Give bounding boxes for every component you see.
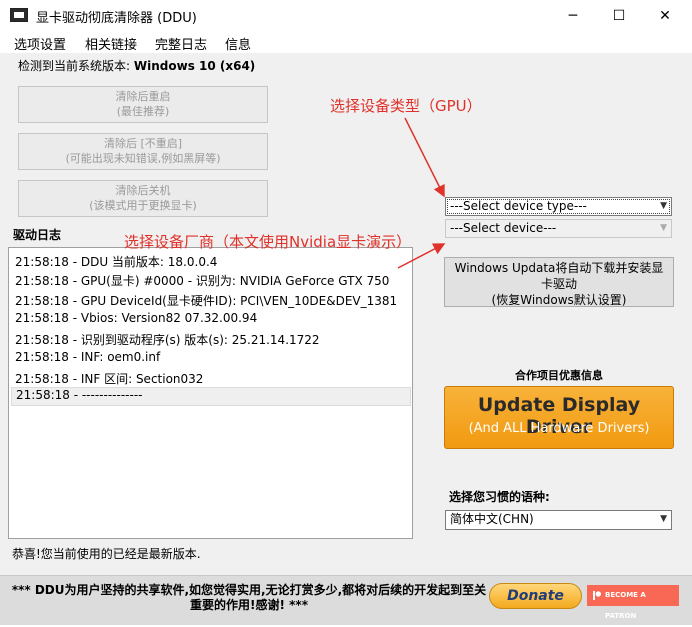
menu-bar: 选项设置 相关链接 完整日志 信息 [0,31,692,53]
clean-restart-label: 清除后重启 [19,89,267,104]
chevron-down-icon: ▼ [660,198,667,215]
maximize-button[interactable]: ☐ [596,0,642,31]
close-button[interactable]: ✕ [642,0,688,31]
footer-message: *** DDU为用户坚持的共享软件,如您觉得实用,无论打赏多少,都将对后续的开发… [10,583,488,613]
clean-shutdown-label: 清除后关机 [19,183,267,198]
partner-label: 合作项目优惠信息 [444,367,674,383]
footer-line1: *** DDU为用户坚持的共享软件,如您觉得实用,无论打赏多少,都将对后续的开发… [10,583,488,598]
minimize-button[interactable]: ─ [550,0,596,31]
windows-update-line1: Windows Updata将自动下载并安装显 [445,260,673,276]
annotation-device-type: 选择设备类型（GPU） [330,95,482,116]
become-patron-label: BECOME A PATRON [605,591,646,620]
clean-no-restart-label: 清除后 [不重启] [19,136,267,151]
annotation-vendor: 选择设备厂商（本文使用Nvidia显卡演示） [124,231,411,252]
log-line: 21:58:18 - Vbios: Version82 07.32.00.94 [15,311,257,325]
clean-no-restart-note: (可能出现未知错误,例如黑屏等) [19,151,267,166]
language-value: 简体中文(CHN) [450,512,534,526]
status-message: 恭喜!您当前使用的已经是最新版本. [12,545,201,562]
footer-line2: 重要的作用!感谢! *** [10,598,488,613]
windows-update-line3: (恢复Windows默认设置) [445,292,673,308]
menu-options[interactable]: 选项设置 [14,34,66,53]
title-bar: 显卡驱动彻底清除器 (DDU) ─ ☐ ✕ [0,0,692,31]
donate-button[interactable]: Donate [489,583,582,609]
device-value: ---Select device--- [450,221,556,235]
log-list[interactable]: 21:58:18 - DDU 当前版本: 18.0.0.4 21:58:18 -… [8,247,413,539]
language-label: 选择您习惯的语种: [449,488,550,505]
window-title: 显卡驱动彻底清除器 (DDU) [36,7,197,26]
log-line: 21:58:18 - GPU DeviceId(显卡硬件ID): PCI\VEN… [15,292,397,309]
log-line: 21:58:18 - DDU 当前版本: 18.0.0.4 [15,253,217,270]
update-driver-subtitle: (And ALL Hardware Drivers) [445,421,673,436]
log-line: 21:58:18 - 识别到驱动程序(s) 版本(s): 25.21.14.17… [15,331,320,348]
update-display-driver-button[interactable]: Update Display Driver (And ALL Hardware … [444,386,674,449]
log-label: 驱动日志 [13,226,61,243]
windows-update-line2: 卡驱动 [445,276,673,292]
clean-shutdown-button[interactable]: 清除后关机 (该模式用于更换显卡) [18,180,268,217]
clean-restart-button[interactable]: 清除后重启 (最佳推荐) [18,86,268,123]
app-icon [10,8,28,22]
clean-no-restart-button[interactable]: 清除后 [不重启] (可能出现未知错误,例如黑屏等) [18,133,268,170]
device-type-select[interactable]: ---Select device type--- ▼ [445,197,672,216]
log-line: 21:58:18 - GPU(显卡) #0000 - 识别为: NVIDIA G… [15,272,389,289]
log-line: 21:58:18 - INF: oem0.inf [15,350,160,364]
windows-update-button[interactable]: Windows Updata将自动下载并安装显 卡驱动 (恢复Windows默认… [444,257,674,307]
menu-full-log[interactable]: 完整日志 [155,34,207,53]
log-line: 21:58:18 - INF 区间: Section032 [15,370,203,387]
footer: *** DDU为用户坚持的共享软件,如您觉得实用,无论打赏多少,都将对后续的开发… [0,575,692,625]
log-line-selected: 21:58:18 - -------------- [11,387,411,406]
chevron-down-icon: ▼ [660,511,667,528]
device-type-value: ---Select device type--- [450,199,587,213]
clean-shutdown-note: (该模式用于更换显卡) [19,198,267,213]
system-version-label: 检测到当前系统版本: [18,59,130,73]
system-version-value: Windows 10 (x64) [134,59,255,73]
clean-restart-note: (最佳推荐) [19,104,267,119]
become-patron-button[interactable]: BECOME A PATRON [587,585,679,606]
device-select[interactable]: ---Select device--- ▼ [445,219,672,238]
menu-links[interactable]: 相关链接 [85,34,137,53]
chevron-down-icon: ▼ [660,220,667,237]
menu-info[interactable]: 信息 [225,34,251,53]
language-select[interactable]: 简体中文(CHN) ▼ [445,510,672,530]
patreon-icon [593,591,601,600]
system-version: 检测到当前系统版本: Windows 10 (x64) [18,57,255,74]
